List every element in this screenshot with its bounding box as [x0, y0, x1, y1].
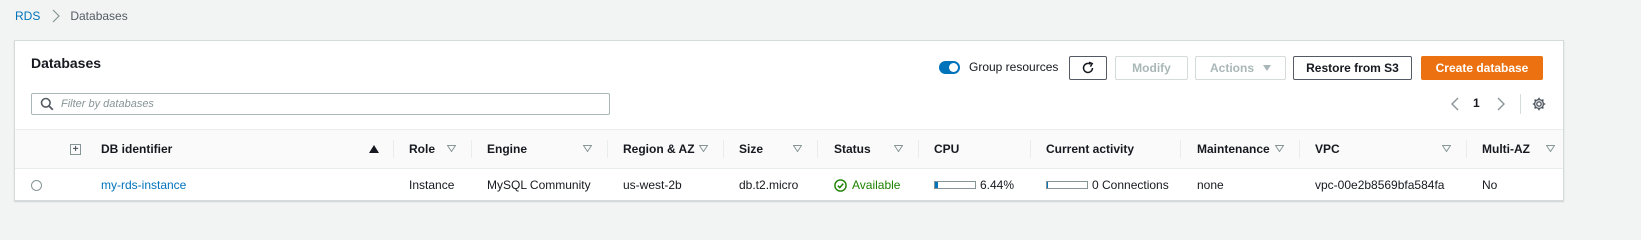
actions-label: Actions [1209, 61, 1254, 75]
refresh-button[interactable] [1069, 56, 1107, 80]
column-label: Maintenance [1197, 142, 1270, 156]
column-role[interactable]: Role [409, 130, 471, 168]
sort-icon [793, 145, 802, 152]
cpu-meter [934, 181, 976, 189]
chevron-right-icon [1497, 97, 1505, 111]
actions-button[interactable]: Actions [1195, 56, 1286, 80]
column-label: Region & AZ [623, 142, 695, 156]
cell-region-az: us-west-2b [623, 178, 682, 192]
cell-current-activity: 0 Connections [1046, 169, 1169, 201]
column-vpc[interactable]: VPC [1315, 130, 1466, 168]
sort-ascending-icon [369, 145, 379, 153]
sort-icon [583, 145, 592, 152]
gear-icon [1532, 97, 1546, 111]
breadcrumb: RDS Databases [15, 8, 128, 24]
sort-icon [1275, 145, 1284, 152]
status-text: Available [852, 178, 901, 192]
row-select-radio[interactable] [31, 169, 42, 201]
cell-status: Available [834, 169, 900, 201]
column-divider [723, 140, 724, 158]
column-cpu[interactable]: CPU [934, 130, 1030, 168]
sort-icon [894, 145, 903, 152]
toggle-switch[interactable] [939, 60, 960, 74]
panel-title: Databases [31, 55, 102, 71]
activity-meter-fill [1047, 182, 1048, 188]
column-label: Current activity [1046, 142, 1135, 156]
next-page-button[interactable] [1494, 96, 1508, 112]
cell-db-identifier: my-rds-instance [101, 169, 186, 201]
column-multi-az[interactable]: Multi-AZ [1482, 130, 1558, 168]
cpu-value: 6.44% [980, 178, 1015, 192]
cell-size: db.t2.micro [739, 178, 799, 192]
activity-value: 0 Connections [1092, 178, 1169, 192]
column-label: Engine [487, 142, 528, 156]
column-label: Status [834, 142, 871, 156]
status-indicator: Available [834, 178, 900, 192]
current-page-number[interactable]: 1 [1473, 96, 1480, 110]
column-region-az[interactable]: Region & AZ [623, 130, 723, 168]
column-engine[interactable]: Engine [487, 130, 607, 168]
db-identifier-link[interactable]: my-rds-instance [101, 178, 186, 192]
check-circle-icon [834, 178, 847, 192]
group-resources-toggle[interactable]: Group resources [939, 60, 1058, 74]
search-icon [40, 97, 54, 111]
column-divider [393, 140, 394, 158]
plus-square-icon: + [70, 143, 81, 155]
column-label: Size [739, 142, 764, 156]
toggle-knob [949, 62, 958, 72]
breadcrumb-current: Databases [70, 9, 128, 23]
restore-from-s3-button[interactable]: Restore from S3 [1293, 56, 1412, 80]
group-resources-label: Group resources [969, 60, 1059, 74]
sort-icon [699, 145, 708, 152]
previous-page-button[interactable] [1448, 96, 1462, 112]
breadcrumb-rds-link[interactable]: RDS [15, 9, 40, 23]
cell-vpc: vpc-00e2b8569bfa584fa [1315, 178, 1445, 192]
column-divider [1466, 140, 1467, 158]
column-divider [1030, 140, 1031, 158]
column-divider [1299, 140, 1300, 158]
modify-button[interactable]: Modify [1115, 56, 1188, 80]
cell-multi-az: No [1482, 178, 1498, 192]
sort-icon [1546, 145, 1555, 152]
preferences-button[interactable] [1531, 96, 1547, 112]
radio-button[interactable] [31, 179, 42, 191]
caret-down-icon [1263, 65, 1271, 71]
cell-engine: MySQL Community [487, 178, 591, 192]
column-status[interactable]: Status [834, 130, 918, 168]
expand-all-toggle[interactable]: + [70, 130, 81, 168]
cpu-meter-fill [935, 182, 938, 188]
column-db-identifier[interactable]: DB identifier [101, 130, 393, 168]
column-divider [918, 140, 919, 158]
databases-panel: Databases Group resources Modify Actions… [14, 40, 1564, 201]
table-row[interactable]: my-rds-instance Instance MySQL Community… [15, 169, 1563, 201]
column-current-activity[interactable]: Current activity [1046, 130, 1180, 168]
column-divider [817, 140, 818, 158]
cell-role: Instance [409, 178, 455, 192]
pagination-divider [1520, 94, 1521, 114]
column-size[interactable]: Size [739, 130, 817, 168]
chevron-left-icon [1451, 97, 1459, 111]
column-label: Multi-AZ [1482, 142, 1530, 156]
activity-meter [1046, 181, 1088, 189]
table-header: + DB identifier Role Engine Region & AZ [15, 129, 1563, 169]
column-label: Role [409, 142, 436, 156]
refresh-icon [1082, 61, 1094, 74]
column-label: VPC [1315, 142, 1340, 156]
column-label: DB identifier [101, 142, 173, 156]
column-divider [471, 140, 472, 158]
column-divider [607, 140, 608, 158]
filter-input[interactable] [61, 98, 601, 110]
filter-box[interactable] [31, 93, 610, 115]
cell-cpu: 6.44% [934, 169, 1014, 201]
column-divider [1180, 140, 1181, 158]
chevron-right-icon [52, 9, 61, 23]
sort-icon [447, 145, 456, 152]
sort-icon [1442, 145, 1451, 152]
create-database-button[interactable]: Create database [1421, 56, 1543, 80]
column-maintenance[interactable]: Maintenance [1197, 130, 1299, 168]
column-label: CPU [934, 142, 960, 156]
cell-maintenance: none [1197, 178, 1224, 192]
